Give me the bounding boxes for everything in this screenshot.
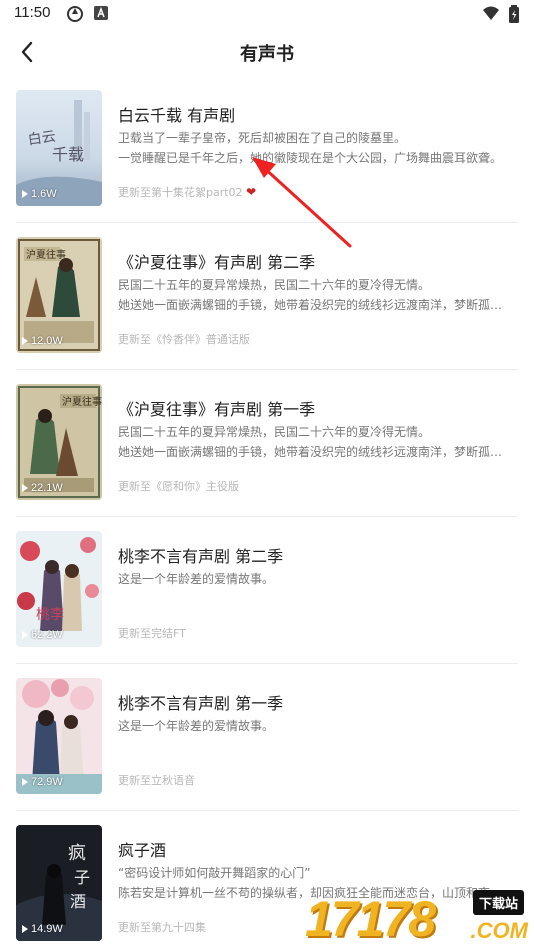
play-icon	[22, 337, 28, 345]
item-description: 民国二十五年的夏异常燥热，民国二十六年的夏冷得无情。 她送她一面嵌满螺钿的手镜，…	[118, 278, 503, 312]
update-status: 更新至第九十四集	[118, 921, 206, 934]
item-title: 白云千载 有声剧	[118, 106, 236, 125]
audiobook-item[interactable]: 沪夏往事 12.0W 《沪夏往事》有声剧 第二季 民国二十五年的夏异常燥热，民国…	[0, 223, 534, 370]
item-title: 疯子酒	[118, 841, 167, 860]
play-count: 72.9W	[22, 776, 63, 788]
play-count: 22.1W	[22, 482, 63, 494]
update-status: 更新至完结FT	[118, 627, 186, 640]
audiobook-item[interactable]: 沪夏往事 22.1W 《沪夏往事》有声剧 第一季 民国二十五年的夏异常燥热，民国…	[0, 370, 534, 517]
audiobook-list: 白云 千载 1.6W 白云千载 有声剧 卫载当了一辈子皇帝，死后却被困在了自己的…	[0, 76, 534, 941]
play-icon	[22, 484, 28, 492]
item-description: 这是一个年龄差的爱情故事。	[118, 572, 275, 586]
item-title: 桃李不言有声剧 第二季	[118, 547, 284, 566]
cover-image[interactable]: 白云 千载 1.6W	[16, 90, 102, 206]
heart-icon: ❤	[246, 185, 257, 199]
item-description: 民国二十五年的夏异常燥热，民国二十六年的夏冷得无情。 她送她一面嵌满螺钿的手镜，…	[118, 425, 503, 459]
svg-text:疯: 疯	[68, 843, 86, 864]
svg-text:千载: 千载	[52, 145, 84, 164]
cover-image[interactable]: 桃李 62.2W	[16, 531, 102, 647]
update-status: 更新至第十集花絮part02 ❤	[118, 185, 257, 199]
item-description: 这是一个年龄差的爱情故事。	[118, 719, 275, 733]
update-status: 更新至《怜香伴》普通话版	[118, 333, 250, 346]
play-count: 12.0W	[22, 335, 63, 347]
play-count: 62.2W	[22, 629, 63, 641]
item-title: 《沪夏往事》有声剧 第一季	[118, 400, 316, 419]
item-title: 桃李不言有声剧 第一季	[118, 694, 284, 713]
top-nav-bar: 有声书	[0, 28, 534, 76]
cover-image[interactable]: 疯 子 酒 14.9W	[16, 825, 102, 941]
watermark-logo: 17178 下载站 .COM	[305, 890, 528, 947]
audiobook-item[interactable]: 桃李 62.2W 桃李不言有声剧 第二季 这是一个年龄差的爱情故事。 更新至完结…	[0, 517, 534, 664]
item-title: 《沪夏往事》有声剧 第二季	[118, 253, 316, 272]
svg-text:沪夏往事: 沪夏往事	[26, 248, 66, 261]
item-description: 卫载当了一辈子皇帝，死后却被困在了自己的陵墓里。 一觉睡醒已是千年之后，她的徽陵…	[118, 131, 503, 165]
play-count: 1.6W	[22, 188, 57, 200]
battery-icon	[508, 5, 520, 27]
status-bar: 11:50	[0, 0, 534, 28]
audiobook-item[interactable]: 白云 千载 1.6W 白云千载 有声剧 卫载当了一辈子皇帝，死后却被困在了自己的…	[0, 76, 534, 223]
watermark-download-badge: 下载站	[472, 890, 524, 915]
play-icon	[22, 925, 28, 933]
play-count: 14.9W	[22, 923, 63, 935]
notification-a-icon	[94, 5, 108, 25]
svg-text:沪夏往事: 沪夏往事	[62, 395, 102, 408]
play-icon	[22, 190, 28, 198]
status-time: 11:50	[14, 4, 51, 21]
cover-image[interactable]: 沪夏往事 12.0W	[16, 237, 102, 353]
sync-icon	[66, 5, 84, 27]
svg-text:子: 子	[74, 868, 90, 887]
audiobook-item[interactable]: 72.9W 桃李不言有声剧 第一季 这是一个年龄差的爱情故事。 更新至立秋语音	[0, 664, 534, 811]
wifi-icon	[482, 5, 500, 25]
svg-text:酒: 酒	[70, 892, 86, 911]
play-icon	[22, 631, 28, 639]
watermark-domain: .COM	[470, 918, 528, 943]
update-status: 更新至立秋语音	[118, 774, 195, 787]
update-status: 更新至《愿和你》主役版	[118, 480, 239, 493]
svg-text:桃李: 桃李	[36, 607, 64, 623]
cover-image[interactable]: 沪夏往事 22.1W	[16, 384, 102, 500]
play-icon	[22, 778, 28, 786]
page-title: 有声书	[240, 44, 294, 65]
cover-image[interactable]: 72.9W	[16, 678, 102, 794]
